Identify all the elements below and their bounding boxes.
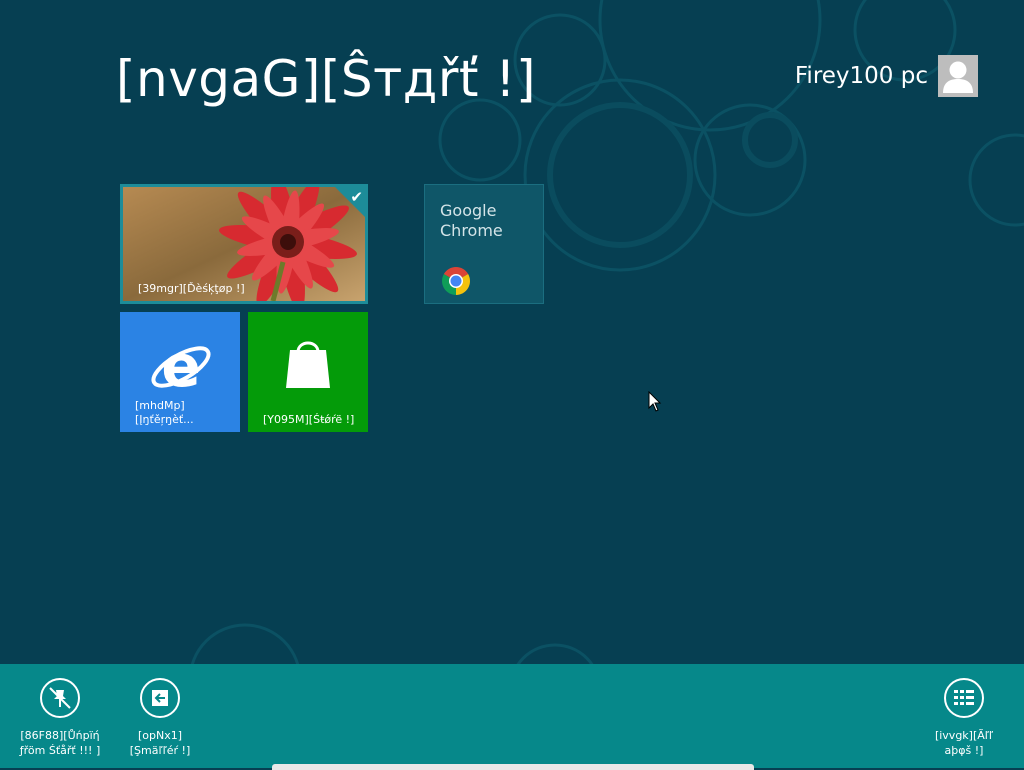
- internet-explorer-icon: e: [151, 334, 211, 400]
- app-bar: [86F88][Ůńpïή ƒřöm Śťåřť !!! ] [opNx1] […: [0, 664, 1024, 768]
- tile-label-line: [Įŋťěŗŋèť...: [135, 413, 194, 426]
- page-title: [nvgaG][Ŝтдřť !]: [116, 50, 536, 108]
- svg-text:e: e: [161, 334, 200, 400]
- all-apps-icon: [944, 678, 984, 718]
- checkmark-icon: ✔: [350, 188, 363, 206]
- user-name: Firey100 pc: [794, 63, 928, 89]
- user-silhouette-icon: [943, 61, 973, 93]
- unpin-icon: [40, 678, 80, 718]
- smaller-label: [opNx1] [Şmäľľéŕ !]: [129, 729, 191, 757]
- smaller-icon: [140, 678, 180, 718]
- tile-label-line: [mhdMp]: [135, 399, 185, 412]
- chrome-icon: [442, 267, 470, 295]
- tile-label: [Y095M][Śŧǿŕë !]: [263, 413, 355, 426]
- tile-desktop[interactable]: ✔ [39mgr][Ďèśķţøp !]: [120, 184, 368, 304]
- tile-label: Google Chrome: [440, 201, 503, 240]
- avatar[interactable]: [938, 55, 978, 97]
- tile-internet-explorer[interactable]: e [mhdMp] [Įŋťěŗŋèť...: [120, 312, 240, 432]
- shopping-bag-icon: [286, 341, 330, 388]
- all-apps-button[interactable]: [ivvgk][Ãľľ aþφš !]: [904, 678, 1024, 758]
- tile-store[interactable]: [Y095M][Śŧǿŕë !]: [248, 312, 368, 432]
- mouse-cursor-icon: [648, 391, 662, 412]
- tile-google-chrome[interactable]: Google Chrome: [424, 184, 544, 304]
- user-account[interactable]: Firey100 pc: [795, 55, 978, 97]
- smaller-button[interactable]: [opNx1] [Şmäľľéŕ !]: [100, 678, 220, 758]
- tile-label: [mhdMp] [Įŋťěŗŋèť...: [135, 399, 194, 427]
- tile-label: [39mgr][Ďèśķţøp !]: [138, 282, 245, 295]
- horizontal-scrollbar[interactable]: [272, 764, 754, 770]
- all-apps-label: [ivvgk][Ãľľ aþφš !]: [934, 729, 994, 757]
